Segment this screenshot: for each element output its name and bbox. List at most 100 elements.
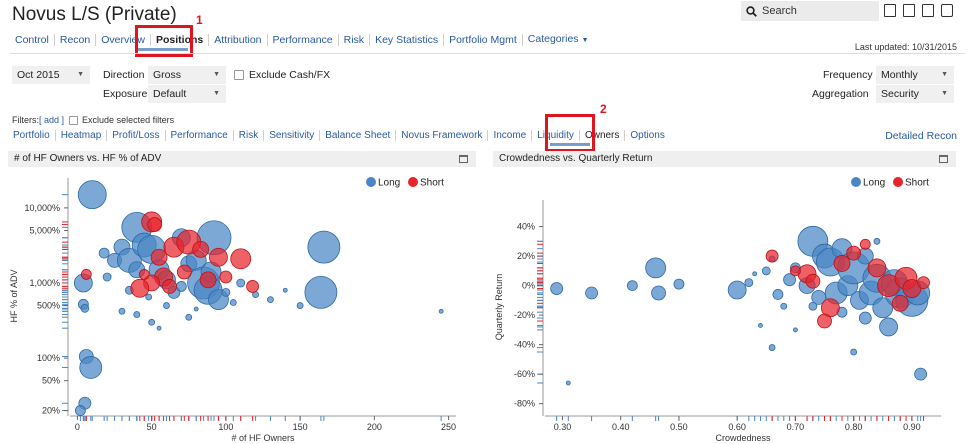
subtab-options[interactable]: Options xyxy=(625,130,669,141)
long-bubble xyxy=(808,301,818,311)
subtab-sensitivity[interactable]: Sensitivity xyxy=(264,129,321,141)
y-tick-label: -40% xyxy=(514,340,535,350)
annotation-box-2 xyxy=(545,114,595,152)
y-tick-label: 1,000% xyxy=(29,278,60,288)
long-bubble xyxy=(163,302,170,309)
panel-title: # of HF Owners vs. HF % of ADV xyxy=(14,153,162,164)
crowdedness-vs-return-chart[interactable]: 0.30 0.40 0.50 0.60 0.70 0.80 0.90 40% 20% 0% -20%… xyxy=(493,170,956,444)
long-bubble xyxy=(98,247,110,259)
tab-recon[interactable]: Recon xyxy=(55,34,97,46)
x-tick-label: 0.50 xyxy=(670,422,688,432)
exclude-selected-filters-checkbox[interactable] xyxy=(69,115,79,125)
tab-performance[interactable]: Performance xyxy=(268,34,339,46)
subtab-balance-sheet[interactable]: Balance Sheet xyxy=(320,129,397,141)
long-bubble xyxy=(761,266,771,276)
maximize-icon[interactable] xyxy=(939,155,948,163)
direction-select[interactable]: Gross ▼ xyxy=(148,66,226,84)
x-tick-label: 0.60 xyxy=(728,422,746,432)
x-tick-label: 0.90 xyxy=(903,422,921,432)
filters-label: Filters xyxy=(12,115,37,125)
subtab-novus-framework[interactable]: Novus Framework xyxy=(396,129,489,141)
legend-short-label: Short xyxy=(905,178,929,189)
long-bubble xyxy=(727,280,747,300)
y-axis-title: HF % of ADV xyxy=(9,269,19,322)
long-bubble xyxy=(752,271,758,277)
y-tick-label: 5,000% xyxy=(29,225,60,235)
long-bubble xyxy=(145,293,153,301)
exposure-select[interactable]: Default ▼ xyxy=(148,85,226,103)
annotation-marker-1: 1 xyxy=(196,13,203,27)
owners-vs-adv-chart[interactable]: 0 50 100 150 200 250 10,000% 5,000% 1,000% 500% 10… xyxy=(8,170,476,444)
tab-key-statistics[interactable]: Key Statistics xyxy=(370,34,445,46)
aggregation-select[interactable]: Security ▼ xyxy=(876,85,954,103)
tab-portfolio-mgmt[interactable]: Portfolio Mgmt xyxy=(444,34,523,46)
direction-value: Gross xyxy=(153,69,182,81)
frequency-select[interactable]: Monthly ▼ xyxy=(876,66,954,84)
y-axis-title: Quarterly Return xyxy=(494,274,504,341)
long-bubble xyxy=(550,282,564,295)
y-tick-label: 100% xyxy=(37,353,60,363)
long-bubble xyxy=(793,327,798,333)
long-bubble xyxy=(221,287,231,297)
copy-report-icon[interactable] xyxy=(903,4,915,17)
short-bubble xyxy=(891,294,909,312)
long-bubble xyxy=(74,405,86,416)
exclude-cash-checkbox[interactable] xyxy=(234,70,244,80)
legend-long-marker xyxy=(851,177,861,187)
short-bubble xyxy=(176,264,192,280)
short-bubble xyxy=(867,258,887,278)
page-title: Novus L/S (Private) xyxy=(12,4,177,25)
long-bubble xyxy=(133,311,141,318)
exclude-selected-filters-label: Exclude selected filters xyxy=(82,115,175,125)
y-tick-label: 10,000% xyxy=(24,203,60,213)
tab-control[interactable]: Control xyxy=(10,34,55,46)
period-select[interactable]: Oct 2015 ▼ xyxy=(12,66,90,84)
panel-header-crowdedness-vs-return: Crowdedness vs. Quarterly Return xyxy=(493,151,956,167)
tab-categories-label: Categories xyxy=(527,33,579,45)
subtab-income[interactable]: Income xyxy=(488,129,533,141)
subtab-heatmap[interactable]: Heatmap xyxy=(56,129,108,141)
long-bubble xyxy=(879,317,898,337)
legend-long-marker xyxy=(366,177,376,187)
long-bubble xyxy=(267,296,274,304)
subtab-profit-loss[interactable]: Profit/Loss xyxy=(107,129,166,141)
short-bubble xyxy=(138,269,150,280)
long-bubble xyxy=(102,272,112,282)
aggregation-value: Security xyxy=(881,88,919,100)
print-icon[interactable] xyxy=(941,4,953,17)
long-bubble xyxy=(850,348,858,356)
subtab-performance[interactable]: Performance xyxy=(166,129,234,141)
short-bubble xyxy=(790,265,801,277)
search-box[interactable]: Search xyxy=(741,1,879,21)
dropdown-arrow-icon: ▼ xyxy=(941,90,948,97)
y-tick-label: 50% xyxy=(42,376,60,386)
long-bubble xyxy=(858,311,872,325)
tab-categories[interactable]: Categories ▼ xyxy=(523,33,594,47)
long-bubble xyxy=(307,230,341,264)
short-bubble xyxy=(192,240,210,258)
exposure-label: Exposure xyxy=(103,88,148,100)
x-tick-label: 0.40 xyxy=(612,422,630,432)
tab-risk[interactable]: Risk xyxy=(339,34,371,46)
maximize-icon[interactable] xyxy=(459,155,468,163)
tab-attribution[interactable]: Attribution xyxy=(209,34,268,46)
divider xyxy=(10,53,965,54)
long-bubble xyxy=(77,180,107,210)
long-bubble xyxy=(118,307,126,315)
pdf-export-icon[interactable] xyxy=(884,4,896,17)
legend-short-marker xyxy=(408,177,418,187)
legend-short-label: Short xyxy=(420,178,444,189)
add-filter-link[interactable]: [ add ] xyxy=(39,115,64,125)
period-value: Oct 2015 xyxy=(17,69,60,81)
x-tick-label: 100 xyxy=(218,422,233,432)
short-bubble xyxy=(846,245,862,261)
x-tick-label: 0.70 xyxy=(787,422,805,432)
x-tick-label: 200 xyxy=(367,422,382,432)
subtab-risk[interactable]: Risk xyxy=(234,129,265,141)
excel-export-icon[interactable] xyxy=(922,4,934,17)
subtab-portfolio[interactable]: Portfolio xyxy=(13,129,56,141)
y-tick-label: 0% xyxy=(522,281,535,291)
long-bubble xyxy=(438,308,444,314)
detailed-recon-link[interactable]: Detailed Recon xyxy=(885,130,957,142)
long-bubble xyxy=(229,299,237,306)
